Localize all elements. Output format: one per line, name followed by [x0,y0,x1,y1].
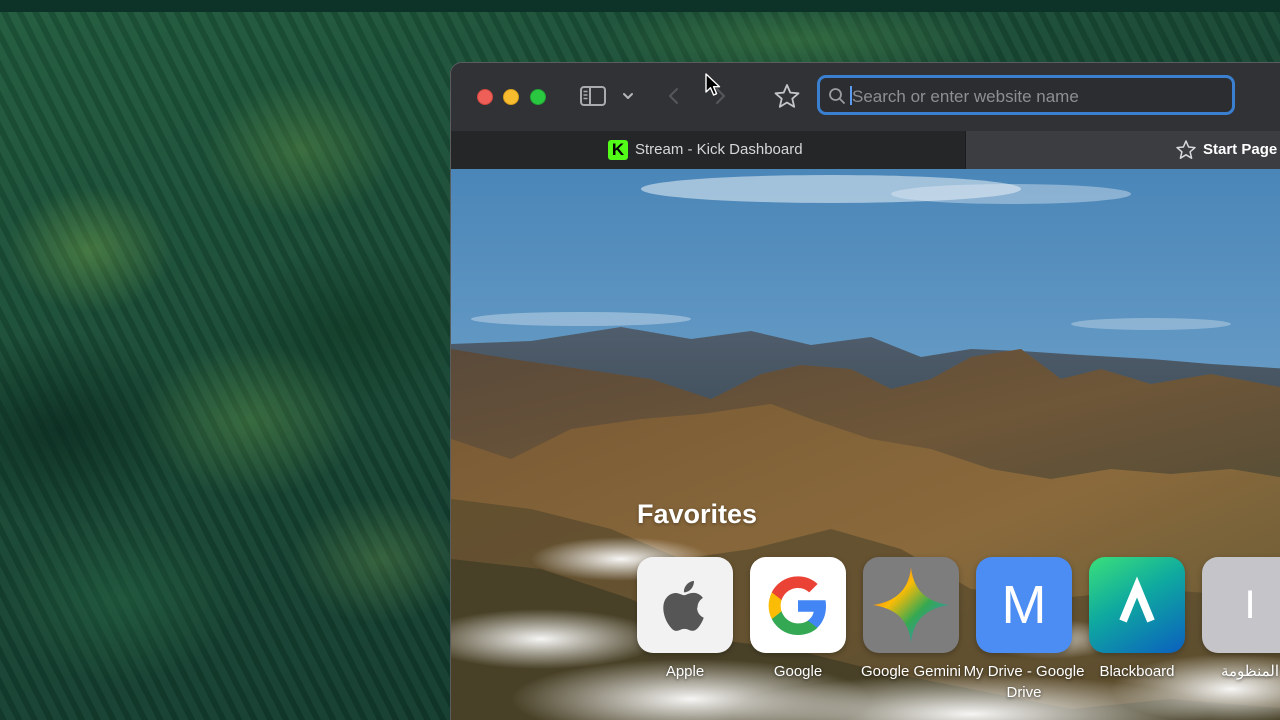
desktop-top-strip [0,0,1280,12]
bookmark-star-button[interactable] [773,83,801,109]
blackboard-logo-icon [1119,576,1155,623]
tab-title: Start Page [1203,141,1278,158]
back-button[interactable] [665,85,683,107]
favorite-tile[interactable]: M [976,557,1072,653]
mouse-pointer-icon [705,73,721,96]
favorite-google-gemini[interactable]: Google Gemini [861,557,961,682]
sidebar-toggle-button[interactable] [579,85,607,107]
sidebar-icon [580,86,606,106]
tab-start-page[interactable]: Start Page [965,131,1280,169]
favorite-my-drive[interactable]: M My Drive - Google Drive [964,557,1084,703]
text-cursor [850,86,852,105]
window-close-button[interactable] [477,89,493,105]
favorite-tile[interactable] [750,557,846,653]
favorites-heading: Favorites [637,499,758,529]
window-minimize-button[interactable] [503,89,519,105]
star-icon [774,84,800,108]
apple-logo-icon [663,580,704,631]
favorite-blackboard[interactable]: Blackboard [1089,557,1185,682]
favorite-label: My Drive - Google Drive [963,663,1085,701]
favorite-label: Blackboard [1099,663,1175,680]
favorite-label: Google Gemini [860,663,962,680]
favorite-tile[interactable] [863,557,959,653]
browser-toolbar [451,63,1280,131]
favorite-tile[interactable] [1089,557,1185,653]
search-icon [829,88,845,104]
address-bar[interactable] [817,75,1235,115]
gemini-sparkle-icon [873,567,949,643]
address-input[interactable] [850,82,1224,112]
favorite-almandumah[interactable]: I المنظومة [1202,557,1280,682]
favorite-tile[interactable]: I [1202,557,1280,653]
letter-m-icon: M [1001,575,1047,635]
favorite-apple[interactable]: Apple [637,557,733,682]
window-maximize-button[interactable] [530,89,546,105]
tab-group-menu-button[interactable] [619,87,637,105]
chevron-left-icon [669,88,678,104]
kick-logo-icon: K [608,140,628,160]
favorite-tile[interactable] [637,557,733,653]
tab-title: Stream - Kick Dashboard [635,141,803,158]
start-page: Favorites Apple Google Google Gemini M M… [451,169,1280,720]
favorite-label: Apple [665,663,705,680]
favorite-label: Google [773,663,823,680]
chevron-down-icon [623,93,633,99]
favorite-google[interactable]: Google [750,557,846,682]
favorite-label: المنظومة [1220,663,1280,680]
browser-window: K Stream - Kick Dashboard Start Page [450,62,1280,720]
tab-kick-dashboard[interactable]: K Stream - Kick Dashboard [451,131,966,169]
google-g-icon [768,576,826,635]
letter-i-icon: I [1244,583,1256,627]
star-icon [1176,140,1196,159]
tab-bar: K Stream - Kick Dashboard Start Page [451,131,1280,169]
